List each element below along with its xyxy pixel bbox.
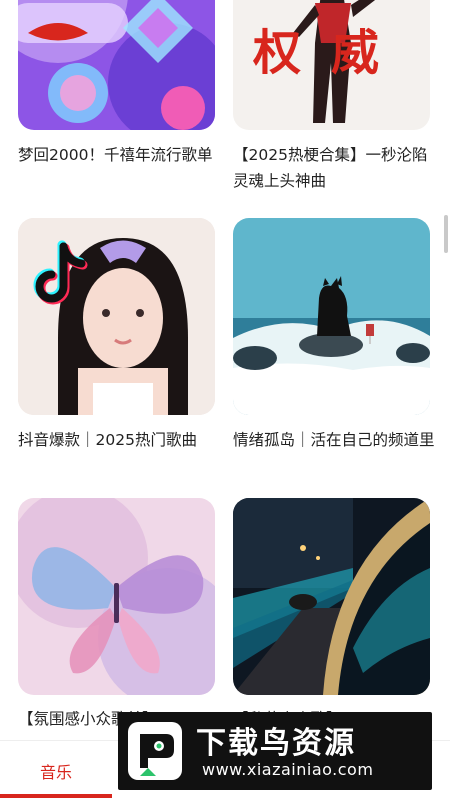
playlist-cover-6[interactable] (233, 498, 430, 695)
tab-music-active-indicator (0, 794, 112, 798)
playlist-title-2[interactable]: 【2025热梗合集】一秒沦陷灵魂上头神曲 (233, 142, 438, 194)
cover-art-millennium (18, 0, 215, 130)
cover-art-night-drive (233, 498, 430, 695)
playlist-cover-3[interactable] (18, 218, 215, 415)
playlist-cover-1[interactable] (18, 0, 215, 130)
playlist-cover-4[interactable] (233, 218, 430, 415)
cover-art-butterfly (18, 498, 215, 695)
scrollbar-thumb[interactable] (444, 215, 448, 253)
playlist-cover-2[interactable]: 权威 (233, 0, 430, 130)
bird-logo-icon (128, 722, 182, 780)
cover-art-cat-island (233, 218, 430, 415)
watermark-url: www.xiazainiao.com (202, 760, 374, 779)
tab-music[interactable]: 音乐 (0, 741, 112, 800)
playlist-cover-5[interactable] (18, 498, 215, 695)
watermark-title: 下载鸟资源 (196, 726, 356, 761)
playlist-title-3[interactable]: 抖音爆款｜2025热门歌曲 (18, 427, 223, 453)
playlist-title-4[interactable]: 情绪孤岛｜活在自己的频道里 (233, 427, 438, 453)
tiktok-logo-icon (33, 240, 88, 305)
playlist-title-1[interactable]: 梦回2000！千禧年流行歌单 (18, 142, 223, 168)
watermark-banner: 下载鸟资源 www.xiazainiao.com (118, 712, 432, 790)
cover-text-overlay: 权威 (253, 25, 410, 81)
